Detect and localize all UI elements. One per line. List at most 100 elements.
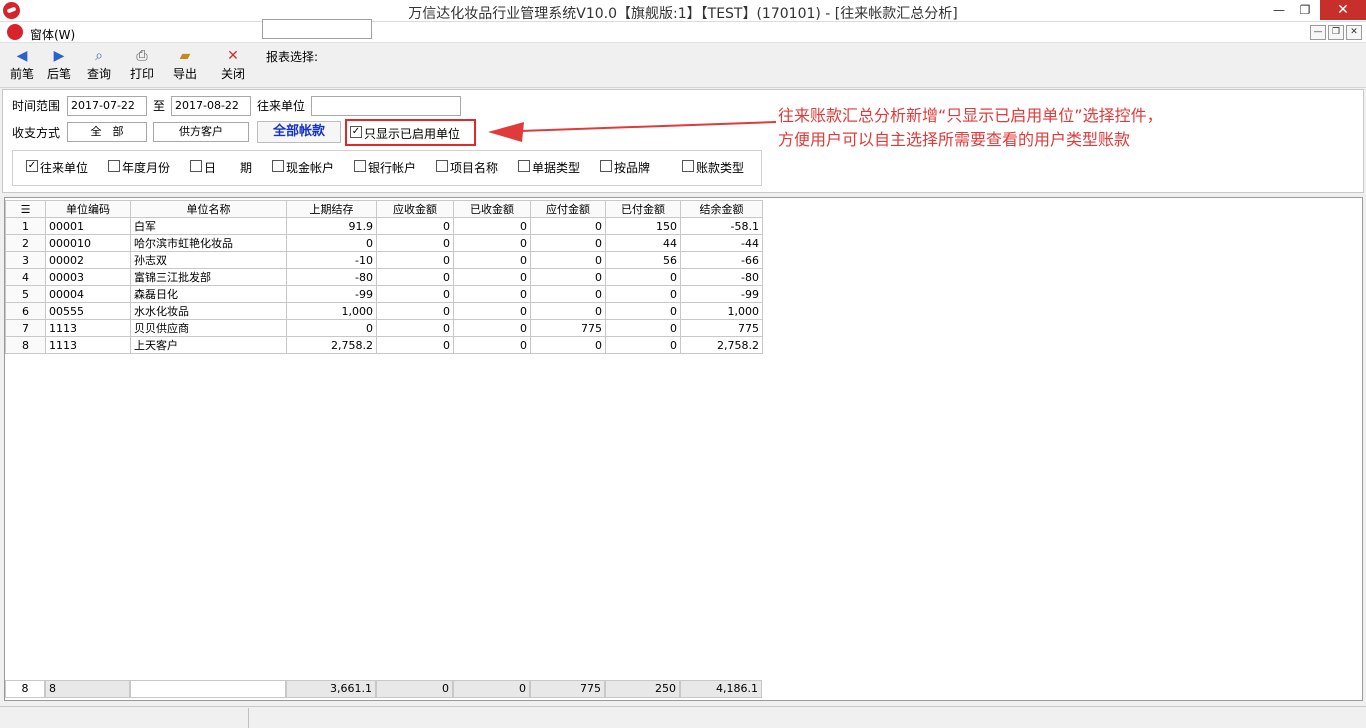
header-prev-balance[interactable]: 上期结存 bbox=[286, 200, 377, 218]
group-checkbox-cash-account[interactable] bbox=[272, 160, 284, 172]
cell-paid[interactable]: 0 bbox=[605, 319, 681, 337]
mdi-restore-button[interactable]: ❐ bbox=[1328, 25, 1344, 40]
cell-balance[interactable]: -80 bbox=[680, 268, 763, 286]
cell-code[interactable]: 00003 bbox=[45, 268, 131, 286]
cell-name[interactable]: 白军 bbox=[130, 217, 287, 235]
cell-recv[interactable]: 0 bbox=[376, 251, 454, 269]
date-from-input[interactable]: 2017-07-22 bbox=[67, 96, 147, 116]
cell-name[interactable]: 水水化妆品 bbox=[130, 302, 287, 320]
cell-recv[interactable]: 0 bbox=[376, 336, 454, 354]
cell-pay[interactable]: 0 bbox=[530, 285, 606, 303]
payment-method-select[interactable]: 全 部 bbox=[67, 122, 147, 142]
cell-received[interactable]: 0 bbox=[453, 251, 531, 269]
mdi-minimize-button[interactable]: — bbox=[1310, 25, 1326, 40]
group-checkbox-account-type[interactable] bbox=[682, 160, 694, 172]
cell-recv[interactable]: 0 bbox=[376, 302, 454, 320]
group-checkbox-doc-type[interactable] bbox=[518, 160, 530, 172]
header-paid[interactable]: 已付金额 bbox=[605, 200, 681, 218]
header-balance[interactable]: 结余金额 bbox=[680, 200, 763, 218]
cell-name[interactable]: 富锦三江批发部 bbox=[130, 268, 287, 286]
group-checkbox-bank-account[interactable] bbox=[354, 160, 366, 172]
all-accounts-button[interactable]: 全部帐款 bbox=[257, 121, 341, 143]
header-payable[interactable]: 应付金额 bbox=[530, 200, 606, 218]
cell-prev[interactable]: -99 bbox=[286, 285, 377, 303]
header-code[interactable]: 单位编码 bbox=[45, 200, 131, 218]
cell-prev[interactable]: 0 bbox=[286, 234, 377, 252]
cell-received[interactable]: 0 bbox=[453, 217, 531, 235]
cell-received[interactable]: 0 bbox=[453, 302, 531, 320]
cell-received[interactable]: 0 bbox=[453, 285, 531, 303]
header-index[interactable]: ☰ bbox=[5, 200, 46, 218]
cell-name[interactable]: 森磊日化 bbox=[130, 285, 287, 303]
cell-balance[interactable]: -44 bbox=[680, 234, 763, 252]
cell-prev[interactable]: 91.9 bbox=[286, 217, 377, 235]
only-enabled-checkbox[interactable]: ✓ bbox=[350, 126, 362, 138]
cell-recv[interactable]: 0 bbox=[376, 217, 454, 235]
mdi-close-button[interactable]: ✕ bbox=[1346, 25, 1362, 40]
cell-paid[interactable]: 0 bbox=[605, 285, 681, 303]
partner-input[interactable] bbox=[311, 96, 461, 116]
header-received[interactable]: 已收金额 bbox=[453, 200, 531, 218]
cell-name[interactable]: 贝贝供应商 bbox=[130, 319, 287, 337]
cell-code[interactable]: 00001 bbox=[45, 217, 131, 235]
table-row[interactable]: 2 000010 哈尔滨市虹艳化妆品 0 0 0 0 44 -44 bbox=[5, 234, 763, 252]
cell-received[interactable]: 0 bbox=[453, 336, 531, 354]
cell-code[interactable]: 00002 bbox=[45, 251, 131, 269]
cell-balance[interactable]: 775 bbox=[680, 319, 763, 337]
table-row[interactable]: 1 00001 白军 91.9 0 0 0 150 -58.1 bbox=[5, 217, 763, 235]
cell-prev[interactable]: 1,000 bbox=[286, 302, 377, 320]
customer-type-select[interactable]: 供方客户 bbox=[153, 122, 249, 142]
table-row[interactable]: 4 00003 富锦三江批发部 -80 0 0 0 0 -80 bbox=[5, 268, 763, 286]
date-to-input[interactable]: 2017-08-22 bbox=[171, 96, 251, 116]
group-checkbox-project[interactable] bbox=[436, 160, 448, 172]
cell-pay[interactable]: 0 bbox=[530, 302, 606, 320]
cell-balance[interactable]: -66 bbox=[680, 251, 763, 269]
table-row[interactable]: 6 00555 水水化妆品 1,000 0 0 0 0 1,000 bbox=[5, 302, 763, 320]
cell-paid[interactable]: 0 bbox=[605, 336, 681, 354]
prev-record-button[interactable]: ◀ 前笔 bbox=[2, 46, 42, 86]
cell-code[interactable]: 00004 bbox=[45, 285, 131, 303]
maximize-button[interactable]: ❐ bbox=[1292, 0, 1318, 20]
cell-pay[interactable]: 0 bbox=[530, 268, 606, 286]
cell-pay[interactable]: 0 bbox=[530, 217, 606, 235]
header-receivable[interactable]: 应收金额 bbox=[376, 200, 454, 218]
cell-paid[interactable]: 0 bbox=[605, 302, 681, 320]
cell-balance[interactable]: -99 bbox=[680, 285, 763, 303]
next-record-button[interactable]: ▶ 后笔 bbox=[39, 46, 79, 86]
cell-recv[interactable]: 0 bbox=[376, 234, 454, 252]
report-select[interactable] bbox=[262, 19, 372, 39]
cell-balance[interactable]: -58.1 bbox=[680, 217, 763, 235]
table-row[interactable]: 7 1113 贝贝供应商 0 0 0 775 0 775 bbox=[5, 319, 763, 337]
cell-pay[interactable]: 0 bbox=[530, 234, 606, 252]
table-row[interactable]: 8 1113 上天客户 2,758.2 0 0 0 0 2,758.2 bbox=[5, 336, 763, 354]
cell-recv[interactable]: 0 bbox=[376, 268, 454, 286]
export-button[interactable]: ▰ 导出 bbox=[165, 46, 205, 86]
close-window-button[interactable]: ✕ bbox=[1320, 0, 1366, 20]
cell-recv[interactable]: 0 bbox=[376, 319, 454, 337]
menu-window[interactable]: 窗体(W) bbox=[30, 26, 75, 43]
cell-code[interactable]: 000010 bbox=[45, 234, 131, 252]
cell-code[interactable]: 1113 bbox=[45, 336, 131, 354]
table-row[interactable]: 3 00002 孙志双 -10 0 0 0 56 -66 bbox=[5, 251, 763, 269]
cell-received[interactable]: 0 bbox=[453, 268, 531, 286]
cell-prev[interactable]: -10 bbox=[286, 251, 377, 269]
group-checkbox-brand[interactable] bbox=[600, 160, 612, 172]
cell-recv[interactable]: 0 bbox=[376, 285, 454, 303]
cell-paid[interactable]: 0 bbox=[605, 268, 681, 286]
cell-balance[interactable]: 1,000 bbox=[680, 302, 763, 320]
cell-received[interactable]: 0 bbox=[453, 319, 531, 337]
cell-paid[interactable]: 56 bbox=[605, 251, 681, 269]
header-name[interactable]: 单位名称 bbox=[130, 200, 287, 218]
close-button[interactable]: ✕ 关闭 bbox=[213, 46, 253, 86]
cell-code[interactable]: 00555 bbox=[45, 302, 131, 320]
cell-code[interactable]: 1113 bbox=[45, 319, 131, 337]
minimize-button[interactable]: — bbox=[1266, 0, 1292, 20]
group-checkbox-partner[interactable]: ✓ bbox=[26, 160, 38, 172]
cell-received[interactable]: 0 bbox=[453, 234, 531, 252]
group-checkbox-year-month[interactable] bbox=[108, 160, 120, 172]
cell-paid[interactable]: 44 bbox=[605, 234, 681, 252]
print-button[interactable]: ⎙ 打印 bbox=[122, 46, 162, 86]
group-checkbox-date[interactable] bbox=[190, 160, 202, 172]
cell-prev[interactable]: 0 bbox=[286, 319, 377, 337]
cell-prev[interactable]: 2,758.2 bbox=[286, 336, 377, 354]
